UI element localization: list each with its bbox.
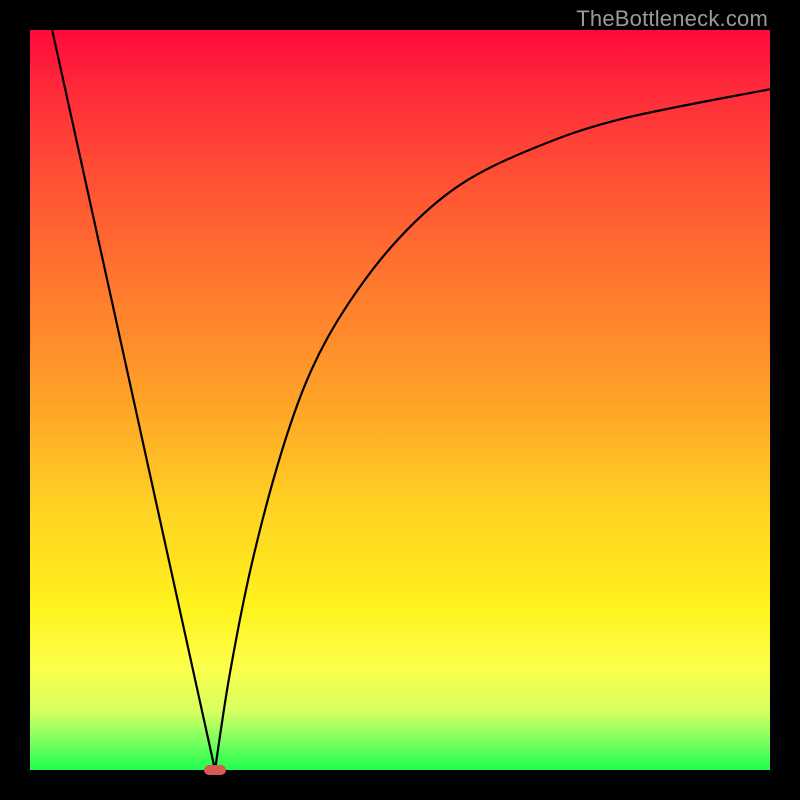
chart-frame: TheBottleneck.com <box>0 0 800 800</box>
optimum-marker <box>204 765 226 775</box>
curve-path <box>52 30 770 770</box>
plot-area <box>30 30 770 770</box>
bottleneck-curve <box>30 30 770 770</box>
watermark-text: TheBottleneck.com <box>576 6 768 32</box>
